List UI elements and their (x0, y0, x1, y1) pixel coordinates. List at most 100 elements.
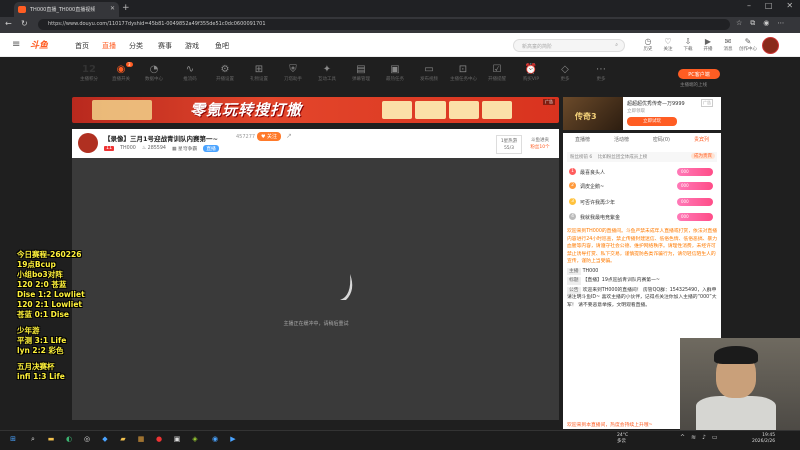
search-input[interactable]: 新高童的简阶 ⌕ (513, 39, 625, 52)
tool-danmaku[interactable]: ▤ 弹幕管理 (348, 64, 374, 82)
history-button[interactable]: ◷ 历史 (641, 37, 655, 52)
back-icon[interactable]: ← (5, 19, 12, 28)
app-icon[interactable]: ◈ (190, 434, 200, 444)
banner-text: 零氪玩转搜打撤 (190, 101, 303, 119)
tab-password[interactable]: 密码(0) (653, 136, 670, 148)
follow-list-button[interactable]: ♡ 关注 (661, 37, 675, 52)
nav-events[interactable]: 赛事 (158, 41, 172, 51)
room-category[interactable]: ▦ 星穹争霸 (172, 145, 197, 152)
rank-row[interactable]: 3 可否许我再少年 000 (567, 196, 717, 208)
profile-icon[interactable]: ◉ (763, 19, 769, 28)
host-name[interactable]: TH000 (120, 146, 136, 151)
fans-box[interactable]: 斗鱼进贡 粉丝10个 (525, 135, 555, 154)
app-icon[interactable]: ● (154, 434, 164, 444)
tool-gift-settings[interactable]: ⊞ 礼物设置 (246, 64, 272, 82)
tool-data-center[interactable]: ◔ 数据中心 (141, 64, 167, 82)
tool-dota-helper[interactable]: ⛨ 刀塔助手 (280, 64, 306, 82)
file-explorer-icon[interactable]: ▬ (46, 434, 56, 444)
tool-hot-task[interactable]: ▣ 最热任务 (382, 64, 408, 82)
close-window-icon[interactable]: ✕ (786, 1, 793, 15)
minimize-icon[interactable]: – (747, 1, 751, 15)
app-icon[interactable]: ◆ (100, 434, 110, 444)
wifi-icon[interactable]: ≋ (691, 434, 696, 441)
ad-icon: ▣ (390, 64, 400, 75)
tool-stream-settings[interactable]: ⚙ 开播设置 (212, 64, 238, 82)
tool-vip[interactable]: ◇ 更多 (552, 64, 578, 82)
rank-row[interactable]: 4 我就我最电竞紫金 000 (567, 211, 717, 223)
app-icon[interactable]: ▶ (228, 434, 238, 444)
host-avatar[interactable] (78, 133, 98, 153)
diamond-icon: ◇ (561, 64, 569, 75)
messages-button[interactable]: ✉ 消息 (721, 37, 735, 52)
pc-client-button[interactable]: PC客户端 (678, 69, 720, 79)
tool-interaction[interactable]: ✦ 互动工具 (314, 64, 340, 82)
promo-banner[interactable]: 零氪玩转搜打撤 广告 (72, 97, 559, 123)
hot-rank-box[interactable]: 1星热游 55/3 (496, 135, 522, 154)
tool-stream-key[interactable]: ∿ 推流码 (177, 64, 203, 82)
shield-icon: ⛨ (289, 64, 297, 75)
download-button[interactable]: ⇩ 下载 (681, 37, 695, 52)
app-icon[interactable]: ◉ (210, 434, 220, 444)
app-icon[interactable]: ▰ (118, 434, 128, 444)
refresh-icon[interactable]: ↻ (21, 19, 28, 28)
chevron-up-icon[interactable]: ^ (680, 434, 685, 441)
tool-live-switch[interactable]: ◉ 直播开关 3 (108, 62, 134, 82)
user-avatar[interactable] (762, 37, 779, 54)
douyu-logo[interactable]: 斗鱼 (30, 38, 62, 52)
follow-button[interactable]: ♥ 关注 (257, 132, 281, 141)
douyu-favicon-icon (18, 6, 26, 13)
tool-alarm[interactable]: ⏰ 购买VIP (518, 64, 544, 82)
windows-start-icon[interactable]: ⊞ (8, 434, 18, 444)
favorite-star-icon[interactable]: ☆ (736, 19, 742, 28)
danmaku-icon: ▤ (356, 64, 366, 75)
system-tray: ^ ≋ ♪ ▭ (680, 434, 718, 441)
game-ad-sub: 立即领取 (627, 109, 645, 114)
fan-badge: 000 (677, 182, 713, 190)
volume-icon[interactable]: ♪ (702, 434, 706, 441)
share-icon[interactable]: ↗ (286, 132, 292, 140)
video-player[interactable] (72, 158, 559, 420)
nav-yuba[interactable]: 鱼吧 (215, 41, 229, 51)
bell-icon: ✉ (724, 37, 732, 46)
tab-vip[interactable]: 贵宾列 (694, 136, 709, 148)
nav-home[interactable]: 首页 (75, 41, 89, 51)
room-id: 457277 (236, 134, 256, 140)
tab-live-rank[interactable]: 直播榜 (575, 136, 590, 148)
broadcast-button[interactable]: ▶ 开播 (701, 37, 715, 52)
new-tab-icon[interactable]: + (122, 3, 130, 13)
heart-icon: ♡ (664, 37, 672, 46)
battery-icon[interactable]: ▭ (712, 434, 718, 441)
play-now-button[interactable]: 立即试玩 (627, 117, 677, 126)
tool-gift-box[interactable]: ⊡ 主播任务中心 (450, 64, 477, 82)
room-tag: 直播 (203, 145, 219, 152)
rank-row[interactable]: 2 调皮企鹅~ 000 (567, 180, 717, 192)
app-icon[interactable]: ▣ (172, 434, 182, 444)
edge-browser-icon[interactable]: ◐ (64, 434, 74, 444)
app-icon[interactable]: ▦ (136, 434, 146, 444)
nav-live[interactable]: 直播 (102, 41, 116, 51)
url-field[interactable]: https://www.douyu.com/110177dyshid=45b81… (38, 19, 730, 30)
maximize-icon[interactable]: □ (765, 1, 773, 15)
become-vip-button[interactable]: 成为贵宾 (691, 153, 715, 159)
nav-games[interactable]: 游戏 (185, 41, 199, 51)
tool-publish-video[interactable]: ▭ 发布视频 (416, 64, 442, 82)
browser-tab-active[interactable]: TH000直播_TH000直播视频 ✕ (14, 2, 119, 17)
close-tab-icon[interactable]: ✕ (110, 5, 115, 12)
game-ad-card[interactable]: 传奇3 超超超优秀传奇—万9999 立即领取 立即试玩 广告 (563, 97, 721, 130)
search-taskbar-icon[interactable]: ⌕ (28, 434, 38, 444)
extensions-icon[interactable]: ⧉ (750, 19, 755, 28)
hamburger-menu-icon[interactable]: ≡ (12, 39, 20, 50)
chat-notice-line: 公告 欢迎来到TH000的直播间！ 房管QQ群：154325490，入群申请注明斗… (567, 286, 717, 308)
tool-level[interactable]: 12 主播积分 (76, 64, 102, 82)
tool-task-center[interactable]: ☑ 开播提醒 (484, 64, 510, 82)
search-icon[interactable]: ⌕ (615, 42, 618, 48)
system-clock[interactable]: 19:45 2026/2/26 (752, 433, 775, 445)
tool-more[interactable]: ⋯ 更多 (588, 64, 614, 82)
weather-widget[interactable]: 24°C 多云 (617, 433, 628, 445)
browser-menu-icon[interactable]: ⋯ (777, 19, 784, 28)
tab-event-rank[interactable]: 活动榜 (614, 136, 629, 148)
creator-center-button[interactable]: ✎ 创作中心 (739, 37, 757, 52)
app-icon[interactable]: ◎ (82, 434, 92, 444)
nav-category[interactable]: 分类 (129, 41, 143, 51)
rank-row[interactable]: 1 最喜良头人 000 (567, 166, 717, 178)
